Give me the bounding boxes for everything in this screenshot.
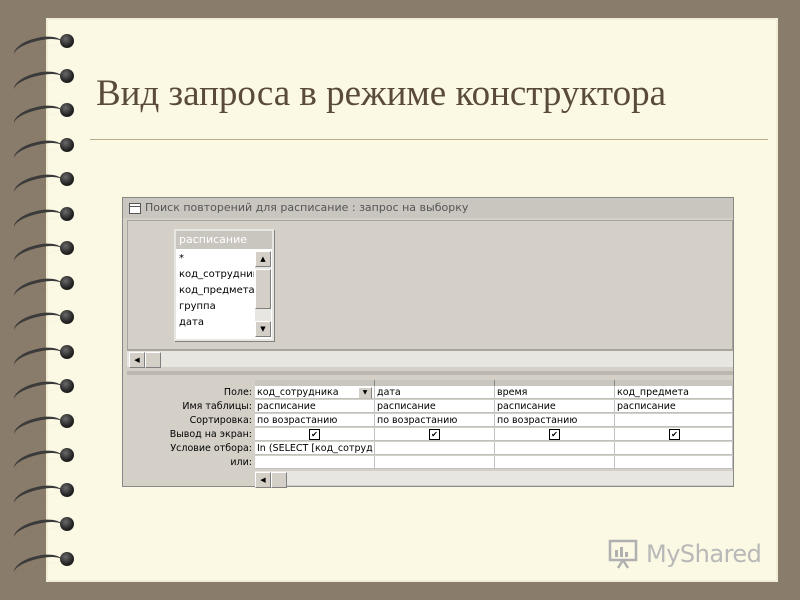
grid-cell-criteria[interactable] [375,442,495,455]
spiral-ring [11,66,74,90]
grid-cell-sort[interactable] [615,414,733,427]
pane-splitter[interactable] [127,371,733,375]
grid-cell-sort[interactable]: по возрастанию [495,414,615,427]
scroll-thumb[interactable] [255,269,271,309]
field-list-table[interactable]: расписание * код_сотрудник код_предмета … [174,229,274,341]
field-list-item[interactable]: код_сотрудник [176,267,254,283]
grid-cell-field[interactable]: код_сотрудника ▼ [255,386,375,399]
grid-cell-show[interactable]: ✔ [495,428,615,441]
spiral-ring [11,411,74,435]
title-divider [90,139,768,140]
scroll-down-icon[interactable]: ▼ [255,321,271,337]
field-list-scrollbar[interactable]: ▲ ▼ [255,251,271,337]
grid-cell-table[interactable]: расписание [375,400,495,413]
grid-cell-or[interactable] [375,456,495,469]
table-pane-hscrollbar[interactable]: ◀ [127,350,733,368]
grid-cell-sort[interactable]: по возрастанию [255,414,375,427]
query-design-window: Поиск повторений для расписание : запрос… [122,197,734,488]
row-label-table: Имя таблицы: [182,401,252,412]
grid-cell-field[interactable]: дата [375,386,495,399]
scroll-thumb[interactable] [145,352,161,368]
table-pane: расписание * код_сотрудник код_предмета … [127,220,733,350]
grid-cell-criteria[interactable] [495,442,615,455]
presentation-board-icon [608,539,638,569]
field-list-title[interactable]: расписание [176,231,272,249]
spiral-ring [11,135,74,159]
grid-cell-show[interactable]: ✔ [615,428,733,441]
row-label-show: Вывод на экран: [169,429,252,440]
spiral-ring [11,170,74,193]
grid-cell-show[interactable]: ✔ [375,428,495,441]
spiral-ring [11,480,74,504]
query-window-icon [129,203,141,214]
design-grid: Поле: Имя таблицы: Сортировка: Вывод на … [127,376,734,488]
watermark-text: MyShared [646,540,762,568]
spiral-ring [11,101,74,124]
window-title: Поиск повторений для расписание : запрос… [145,201,469,214]
field-list-item[interactable]: дата [176,315,254,331]
spiral-ring [11,549,74,573]
scroll-thumb[interactable] [271,472,287,488]
spiral-ring [11,239,74,262]
grid-cell-or[interactable] [255,456,375,469]
field-list-item[interactable]: код_предмета [176,283,254,299]
grid-cell-criteria[interactable] [615,442,733,455]
field-list-item[interactable]: * [176,251,254,267]
grid-cell-table[interactable]: расписание [495,400,615,413]
cell-value: код_сотрудника [257,387,339,398]
checkbox-checked-icon[interactable]: ✔ [669,429,680,440]
checkbox-checked-icon[interactable]: ✔ [309,429,320,440]
spiral-ring [11,377,74,400]
spiral-ring [11,308,74,331]
row-label-or: или: [230,457,252,468]
chevron-down-icon[interactable]: ▼ [358,387,372,398]
window-titlebar[interactable]: Поиск повторений для расписание : запрос… [123,198,733,218]
grid-cell-or[interactable] [495,456,615,469]
grid-cell-or[interactable] [615,456,733,469]
field-list-item[interactable]: группа [176,299,254,315]
row-label-criteria: Условие отбора: [170,443,252,454]
grid-cell-show[interactable]: ✔ [255,428,375,441]
grid-cell-criteria[interactable]: In (SELECT [код_сотруд [255,442,375,455]
watermark-logo: MyShared [608,538,768,572]
spiral-ring [11,32,74,55]
grid-cell-field[interactable]: время [495,386,615,399]
grid-hscrollbar[interactable]: ◀ [255,471,733,488]
grid-cell-sort[interactable]: по возрастанию [375,414,495,427]
checkbox-checked-icon[interactable]: ✔ [429,429,440,440]
scroll-left-icon[interactable]: ◀ [129,352,145,368]
spiral-ring [11,273,74,297]
grid-cell-field[interactable]: код_предмета [615,386,733,399]
grid-cell-table[interactable]: расписание [615,400,733,413]
checkbox-checked-icon[interactable]: ✔ [549,429,560,440]
row-label-field: Поле: [223,387,252,398]
row-label-sort: Сортировка: [189,415,252,426]
scroll-left-icon[interactable]: ◀ [255,472,271,488]
field-list: * код_сотрудник код_предмета группа дата [176,251,254,337]
spiral-ring [11,515,74,538]
slide-title: Вид запроса в режиме конструктора [96,73,667,114]
spiral-binding [0,20,80,580]
spiral-ring [11,204,74,228]
grid-cell-table[interactable]: расписание [255,400,375,413]
scroll-up-icon[interactable]: ▲ [255,251,271,267]
spiral-ring [11,446,74,469]
spiral-ring [11,342,74,366]
